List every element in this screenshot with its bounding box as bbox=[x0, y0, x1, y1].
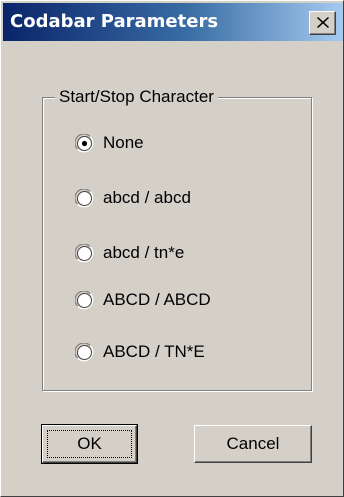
close-icon bbox=[317, 17, 329, 28]
radio-button[interactable] bbox=[74, 187, 94, 208]
start-stop-group-label: Start/Stop Character bbox=[55, 87, 218, 107]
cancel-button-label: Cancel bbox=[226, 434, 280, 453]
codabar-parameters-dialog: Codabar Parameters Start/Stop Character … bbox=[0, 0, 344, 497]
title-bar[interactable]: Codabar Parameters bbox=[3, 3, 343, 41]
radio-label: abcd / abcd bbox=[103, 188, 191, 207]
dialog-title: Codabar Parameters bbox=[10, 11, 219, 32]
radio-label: ABCD / ABCD bbox=[103, 290, 211, 309]
radio-label: ABCD / TN*E bbox=[103, 342, 205, 361]
radio-button[interactable] bbox=[74, 341, 94, 362]
radio-button[interactable] bbox=[74, 132, 94, 153]
radio-label: abcd / tn*e bbox=[103, 243, 185, 262]
ok-button-label: OK bbox=[77, 434, 102, 453]
radio-label: None bbox=[103, 133, 144, 152]
radio-option-abcd-tn-e-lower[interactable]: abcd / tn*e bbox=[74, 240, 185, 266]
close-button[interactable] bbox=[309, 11, 336, 35]
radio-option-none[interactable]: None bbox=[74, 130, 144, 156]
radio-option-abcd-abcd-lower[interactable]: abcd / abcd bbox=[74, 185, 191, 211]
radio-selected-dot bbox=[81, 140, 88, 146]
radio-button[interactable] bbox=[74, 242, 94, 263]
radio-option-abcd-abcd-upper[interactable]: ABCD / ABCD bbox=[74, 287, 211, 313]
radio-button[interactable] bbox=[74, 289, 94, 310]
ok-button[interactable]: OK bbox=[41, 424, 138, 464]
radio-option-abcd-tn-e-upper[interactable]: ABCD / TN*E bbox=[74, 339, 205, 365]
cancel-button[interactable]: Cancel bbox=[194, 425, 312, 463]
